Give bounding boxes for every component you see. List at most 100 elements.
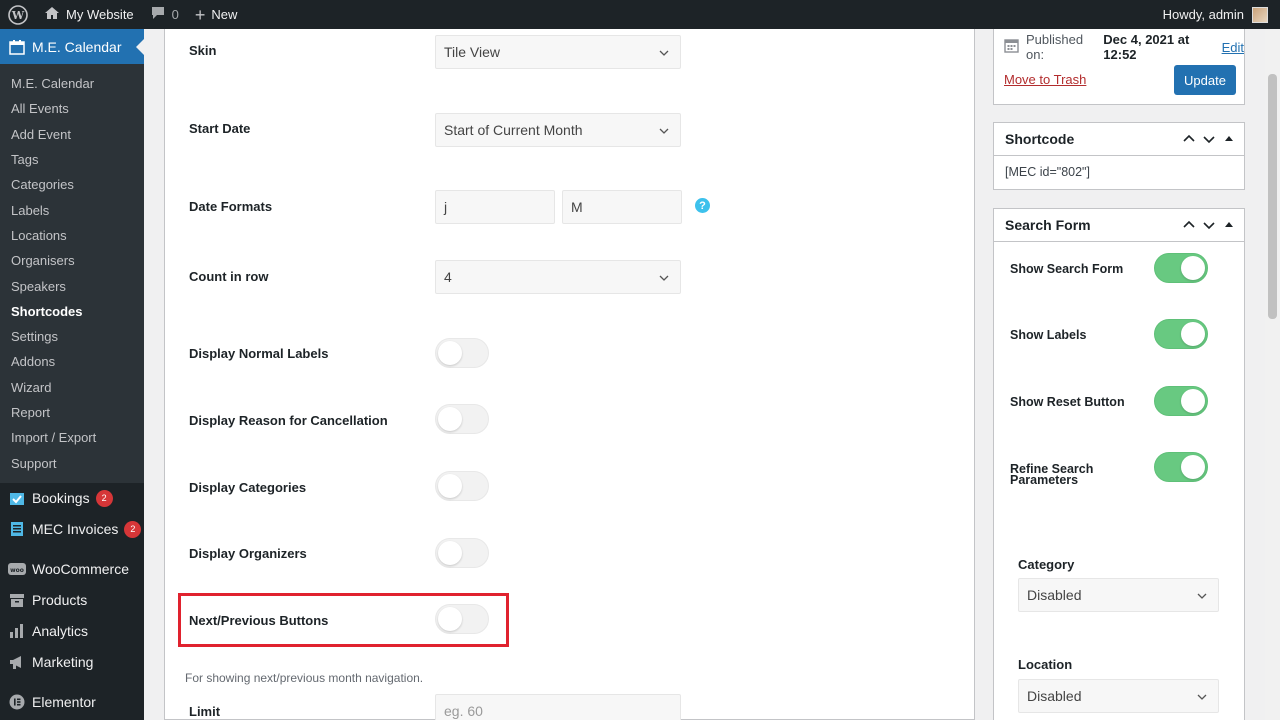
sidebar-item-woocommerce[interactable]: woo WooCommerce <box>0 554 144 585</box>
collapse-toggle-icon[interactable] <box>1222 132 1236 149</box>
limit-input[interactable]: eg. 60 <box>435 694 681 720</box>
sidebar-item-label: Elementor <box>32 694 96 711</box>
submenu-item-settings[interactable]: Settings <box>0 324 144 349</box>
location-label: Location <box>1018 657 1073 672</box>
start-date-label: Start Date <box>189 121 251 136</box>
box-controls <box>1182 218 1236 235</box>
shortcode-box-header: Shortcode <box>994 123 1244 156</box>
move-up-icon[interactable] <box>1182 132 1196 149</box>
show-search-form-label: Show Search Form <box>1010 262 1124 276</box>
next-previous-toggle[interactable] <box>435 604 489 634</box>
sidebar-item-elementor[interactable]: Elementor <box>0 687 144 718</box>
cancellation-row: Display Reason for Cancellation <box>189 413 388 428</box>
submenu-item-support[interactable]: Support <box>0 450 144 475</box>
location-select[interactable]: Disabled <box>1018 679 1219 713</box>
skin-row: Skin <box>189 43 216 58</box>
scrollbar-thumb[interactable] <box>1268 74 1277 319</box>
admin-sidebar: M.E. Calendar M.E. Calendar All Events A… <box>0 29 144 720</box>
date-format-2-value: M <box>571 199 583 215</box>
woocommerce-icon: woo <box>8 560 26 578</box>
show-reset-button-toggle[interactable] <box>1154 386 1208 416</box>
date-format-2-input[interactable]: M <box>562 190 682 224</box>
categories-toggle[interactable] <box>435 471 489 501</box>
start-date-value: Start of Current Month <box>444 122 583 138</box>
count-select[interactable]: 4 <box>435 260 681 294</box>
category-label: Category <box>1018 557 1075 572</box>
location-value: Disabled <box>1027 688 1082 704</box>
site-name-label: My Website <box>66 7 134 22</box>
move-up-icon[interactable] <box>1182 218 1196 235</box>
svg-text:W: W <box>11 9 25 22</box>
submenu-item-wizard[interactable]: Wizard <box>0 375 144 400</box>
sidebar-item-me-calendar[interactable]: M.E. Calendar <box>0 29 144 64</box>
sidebar-item-mec-invoices[interactable]: MEC Invoices 2 <box>0 514 144 545</box>
toggle-knob <box>438 607 462 631</box>
submenu-item-speakers[interactable]: Speakers <box>0 273 144 298</box>
submenu-item-addons[interactable]: Addons <box>0 349 144 374</box>
show-search-form-toggle[interactable] <box>1154 253 1208 283</box>
refine-search-toggle[interactable] <box>1154 452 1208 482</box>
submenu-item-me-calendar[interactable]: M.E. Calendar <box>0 71 144 96</box>
organizers-row: Display Organizers <box>189 546 307 561</box>
organizers-toggle[interactable] <box>435 538 489 568</box>
organizers-label: Display Organizers <box>189 546 307 561</box>
submenu-item-organisers[interactable]: Organisers <box>0 248 144 273</box>
svg-text:woo: woo <box>10 567 24 574</box>
sidebar-item-label: MEC Invoices <box>32 521 119 538</box>
submenu-item-labels[interactable]: Labels <box>0 197 144 222</box>
my-account-link[interactable]: Howdy, admin <box>1155 0 1280 29</box>
sidebar-item-products[interactable]: Products <box>0 585 144 616</box>
shortcode-box: Shortcode [MEC id="802"] <box>993 122 1245 190</box>
show-labels-toggle[interactable] <box>1154 319 1208 349</box>
help-icon-glyph: ? <box>699 199 706 212</box>
show-labels-label: Show Labels <box>1010 328 1087 342</box>
elementor-icon <box>8 693 26 711</box>
sidebar-item-marketing[interactable]: Marketing <box>0 647 144 678</box>
sidebar-item-analytics[interactable]: Analytics <box>0 616 144 647</box>
submenu-item-categories[interactable]: Categories <box>0 172 144 197</box>
shortcode-value[interactable]: [MEC id="802"] <box>1005 165 1090 179</box>
comment-bubble-icon <box>150 6 166 23</box>
calendar-icon <box>8 38 26 56</box>
calendar-icon <box>1004 38 1019 56</box>
toggle-knob <box>438 474 462 498</box>
category-select[interactable]: Disabled <box>1018 578 1219 612</box>
categories-row: Display Categories <box>189 480 306 495</box>
shortcode-box-title: Shortcode <box>1005 131 1075 147</box>
submenu-item-locations[interactable]: Locations <box>0 223 144 248</box>
site-name-link[interactable]: My Website <box>36 0 142 29</box>
page-scrollbar[interactable] <box>1265 29 1280 720</box>
admin-bar: W My Website 0 + New Howdy, admin <box>0 0 1280 29</box>
toggle-knob <box>1181 389 1205 413</box>
submenu-item-report[interactable]: Report <box>0 400 144 425</box>
date-format-1-input[interactable]: j <box>435 190 555 224</box>
new-content-link[interactable]: + New <box>187 0 246 29</box>
count-row: Count in row <box>189 269 268 284</box>
chevron-down-icon <box>1196 690 1208 706</box>
edit-date-link[interactable]: Edit <box>1222 40 1244 55</box>
move-down-icon[interactable] <box>1202 132 1216 149</box>
sidebar-item-label: Bookings <box>32 490 90 507</box>
help-icon[interactable]: ? <box>695 198 710 213</box>
update-button[interactable]: Update <box>1174 65 1236 95</box>
comments-link[interactable]: 0 <box>142 0 187 29</box>
collapse-toggle-icon[interactable] <box>1222 218 1236 235</box>
start-date-select[interactable]: Start of Current Month <box>435 113 681 147</box>
move-down-icon[interactable] <box>1202 218 1216 235</box>
skin-select[interactable]: Tile View <box>435 35 681 69</box>
start-date-row: Start Date <box>189 121 250 136</box>
move-to-trash-link[interactable]: Move to Trash <box>1004 72 1086 87</box>
wordpress-logo-icon[interactable]: W <box>0 0 36 29</box>
submenu-item-add-event[interactable]: Add Event <box>0 122 144 147</box>
submenu-item-tags[interactable]: Tags <box>0 147 144 172</box>
cancellation-toggle[interactable] <box>435 404 489 434</box>
submenu-item-import-export[interactable]: Import / Export <box>0 425 144 450</box>
sidebar-item-bookings[interactable]: Bookings 2 <box>0 483 144 514</box>
submenu-item-all-events[interactable]: All Events <box>0 96 144 121</box>
new-label: New <box>211 7 238 22</box>
search-form-box: Search Form Show Search Form Show Labels… <box>993 208 1245 720</box>
normal-labels-toggle[interactable] <box>435 338 489 368</box>
products-icon <box>8 591 26 609</box>
submenu-item-shortcodes[interactable]: Shortcodes <box>0 299 144 324</box>
plus-icon: + <box>194 4 206 25</box>
